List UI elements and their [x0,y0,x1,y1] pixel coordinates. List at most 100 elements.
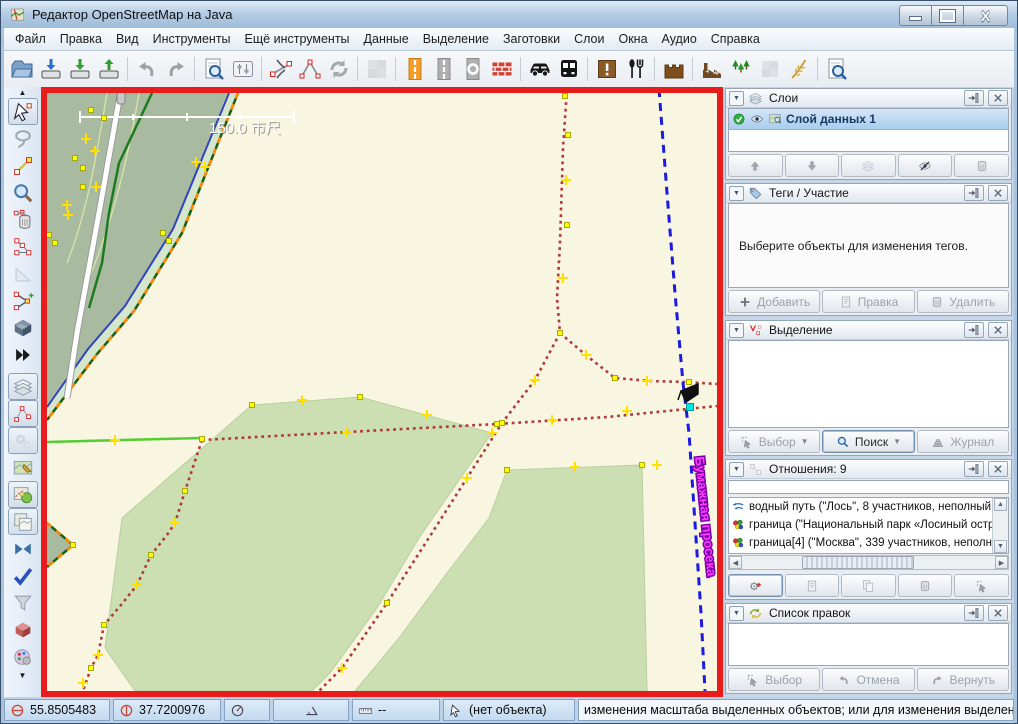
relations-collapse-button[interactable]: ▼ [729,462,744,477]
layers-collapse-button[interactable]: ▼ [729,91,744,106]
redo-button[interactable] [161,55,190,84]
validator-button[interactable] [8,562,38,589]
mappaint-panel-toggle[interactable] [8,454,38,481]
lasso-tool-button[interactable] [8,125,38,152]
menu-file[interactable]: Файл [8,29,53,49]
scroll-up-icon[interactable]: ▲ [994,498,1007,511]
layer-move-down-button[interactable] [785,154,840,177]
relation-item[interactable]: водный путь ("Лось", 8 участников, непол… [729,498,1008,516]
minimize-button[interactable] [899,5,932,26]
hazard-preset-button[interactable] [592,55,621,84]
toolbar-scroll-up-button[interactable]: ▲ [10,87,36,98]
menu-imagery[interactable]: Слои [567,29,611,49]
relations-horizontal-scrollbar[interactable]: ◀ ▶ [728,555,1009,570]
delete-tool-button[interactable] [8,206,38,233]
layer-visible-icon[interactable] [750,112,764,126]
bus-preset-button[interactable] [554,55,583,84]
conflicts-panel-toggle[interactable] [8,400,38,427]
scroll-right-icon[interactable]: ▶ [995,556,1008,569]
selection-close-button[interactable] [988,322,1008,338]
layer-row[interactable]: Слой данных 1 [729,109,1008,130]
menu-data[interactable]: Данные [357,29,416,49]
open-button[interactable] [7,55,36,84]
layers-panel-toggle[interactable] [8,373,38,400]
layers-pin-button[interactable] [964,90,984,106]
changeset-manager-button[interactable] [8,616,38,643]
close-button[interactable]: X [963,5,1008,26]
menu-tools[interactable]: Инструменты [146,29,238,49]
zoom-tool-button[interactable] [8,179,38,206]
presets-panel-toggle[interactable] [8,481,38,508]
select-tool-button[interactable] [8,98,38,125]
update-data-button[interactable] [324,55,353,84]
motorway-preset-button[interactable] [400,55,429,84]
menu-help[interactable]: Справка [704,29,767,49]
selection-search-button[interactable]: Поиск▼ [822,430,914,453]
preferences-button[interactable] [228,55,257,84]
menu-windows[interactable]: Окна [611,29,654,49]
undo-button[interactable] [132,55,161,84]
maximize-button[interactable] [931,5,964,26]
toolbar-scroll-down-button[interactable]: ▼ [10,670,36,681]
road-preset-button[interactable] [429,55,458,84]
more-tools-button[interactable] [8,341,38,368]
unglue-tool-button[interactable] [8,233,38,260]
split-way-button[interactable] [266,55,295,84]
selection-list[interactable] [728,340,1009,428]
menu-edit[interactable]: Правка [53,29,109,49]
scrollbar-thumb[interactable] [802,556,914,569]
merge-nodes-tool-button[interactable] [8,287,38,314]
relations-list[interactable]: водный путь ("Лось", 8 участников, непол… [728,497,1009,554]
menu-presets[interactable]: Заготовки [496,29,567,49]
selected-node[interactable] [687,404,694,411]
upload-button[interactable] [94,55,123,84]
castle-preset-button[interactable] [659,55,688,84]
selection-pin-button[interactable] [964,322,984,338]
selection-collapse-button[interactable]: ▼ [729,323,744,338]
tags-pin-button[interactable] [964,185,984,201]
layer-visibility-button[interactable] [898,154,953,177]
layer-active-icon[interactable] [732,112,746,126]
wall-preset-button[interactable] [487,55,516,84]
restaurant-preset-button[interactable] [621,55,650,84]
menu-view[interactable]: Вид [109,29,146,49]
layers-close-button[interactable] [988,90,1008,106]
forest-preset-button[interactable] [726,55,755,84]
changesets-close-button[interactable] [988,605,1008,621]
changesets-list[interactable] [728,623,1009,666]
filter-button[interactable] [8,589,38,616]
map-view[interactable]: 150.0 市尺 150.0 市尺 Бумажная просека [41,87,723,697]
search-objects-button[interactable] [199,55,228,84]
menu-audio[interactable]: Аудио [655,29,704,49]
changesets-collapse-button[interactable]: ▼ [729,606,744,621]
relation-item[interactable]: граница[4] ("Москва", 339 участников, не… [729,534,1008,552]
draw-node-tool-button[interactable] [8,152,38,179]
relation-item[interactable]: граница ("Национальный парк «Лосиный ост… [729,516,1008,534]
menu-more-tools[interactable]: Ещё инструменты [238,29,357,49]
scroll-left-icon[interactable]: ◀ [729,556,742,569]
title-bar[interactable]: Редактор OpenStreetMap на Java X [1,1,1017,28]
factory-preset-button[interactable] [697,55,726,84]
merge-layers-button[interactable] [8,535,38,562]
menu-selection[interactable]: Выделение [416,29,496,49]
relations-close-button[interactable] [988,461,1008,477]
combine-way-button[interactable] [295,55,324,84]
roundabout-preset-button[interactable] [458,55,487,84]
download-button[interactable] [65,55,94,84]
changesets-pin-button[interactable] [964,605,984,621]
imagery-panel-toggle[interactable] [8,508,38,535]
scroll-down-icon[interactable]: ▼ [994,540,1007,553]
new-relation-button[interactable] [728,574,783,597]
relations-vertical-scrollbar[interactable]: ▲ ▼ [992,498,1008,553]
layer-delete-button[interactable] [954,154,1009,177]
download-primitive-button[interactable] [36,55,65,84]
farmland-preset-button[interactable] [784,55,813,84]
relations-filter-input[interactable] [728,480,1009,494]
car-preset-button[interactable] [525,55,554,84]
tags-close-button[interactable] [988,185,1008,201]
search-presets-button[interactable] [822,55,851,84]
gears-panel-toggle[interactable] [8,427,38,454]
layer-move-up-button[interactable] [728,154,783,177]
authors-button[interactable] [8,643,38,670]
relations-pin-button[interactable] [964,461,984,477]
